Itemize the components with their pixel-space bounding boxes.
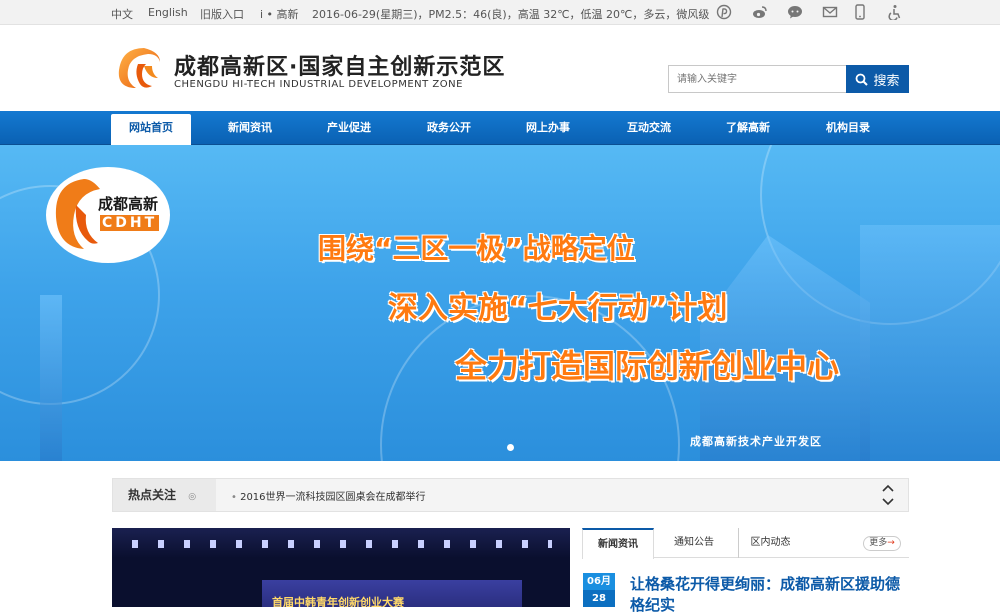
hot-topics-bar: 热点关注 ◎ • 2016世界一流科技园区圆桌会在成都举行: [112, 478, 909, 512]
news-date-day: 28: [583, 590, 615, 607]
banner-slogan-2: 深入实施“七大行动”计划: [388, 291, 728, 326]
i-gaoxin-link[interactable]: i • 高新: [260, 6, 299, 22]
main-navigation: 网站首页 新闻资讯 产业促进 政务公开 网上办事 互动交流 了解高新 机构目录: [0, 111, 1000, 145]
news-date-badge: 06月 28: [583, 573, 615, 607]
tab-news[interactable]: 新闻资讯: [582, 528, 654, 559]
old-site-link[interactable]: 旧版入口: [200, 6, 244, 22]
tab-district-news[interactable]: 区内动态: [738, 528, 802, 558]
banner-logo-cn: 成都高新: [98, 195, 159, 213]
nav-item-directory[interactable]: 机构目录: [808, 111, 888, 145]
accessibility-icon[interactable]: [887, 4, 903, 20]
nav-item-interaction[interactable]: 互动交流: [609, 111, 689, 145]
tab-notices[interactable]: 通知公告: [662, 528, 726, 558]
site-title-cn: 成都高新区·国家自主创新示范区: [174, 55, 506, 80]
lang-english-link[interactable]: English: [148, 6, 188, 19]
news-headline[interactable]: 让格桑花开得更绚丽：成都高新区援助德格纪实: [630, 574, 910, 616]
news-tabs: 新闻资讯 通知公告 区内动态: [582, 528, 909, 559]
nav-item-government[interactable]: 政务公开: [409, 111, 489, 145]
search-button[interactable]: 搜索: [846, 65, 909, 93]
banner-slogan-3: 全力打造国际创新创业中心: [455, 347, 840, 385]
hot-topic-item[interactable]: • 2016世界一流科技园区圆桌会在成都举行: [231, 488, 426, 503]
weather-info: 2016-06-29(星期三)，PM2.5：46(良)，高温 32℃，低温 20…: [312, 8, 710, 21]
banner-building: [860, 225, 1000, 461]
search-input[interactable]: [668, 65, 846, 93]
banner-building-sign: 成都高新技术产业开发区: [690, 435, 822, 448]
site-title-en: CHENGDU HI-TECH INDUSTRIAL DEVELOPMENT Z…: [174, 79, 463, 90]
banner-tower: [40, 295, 62, 461]
top-utility-bar: 中文 English 旧版入口 i • 高新 2016-06-29(星期三)，P…: [0, 0, 1000, 25]
search-button-label: 搜索: [873, 73, 900, 89]
bullet-icon: •: [231, 492, 241, 503]
mail-icon[interactable]: [822, 4, 838, 20]
carousel-indicator[interactable]: [507, 444, 514, 451]
nav-item-home[interactable]: 网站首页: [111, 114, 191, 145]
cdht-logo-icon[interactable]: [114, 44, 166, 92]
news-photo[interactable]: 首届中韩青年创新创业大赛: [112, 528, 570, 607]
photo-caption: 首届中韩青年创新创业大赛: [272, 596, 404, 607]
site-header: 成都高新区·国家自主创新示范区 CHENGDU HI-TECH INDUSTRI…: [0, 25, 1000, 111]
nav-item-industry[interactable]: 产业促进: [309, 111, 389, 145]
scroll-arrows-icon[interactable]: [881, 483, 895, 507]
weibo-icon[interactable]: [752, 4, 768, 20]
nav-item-about[interactable]: 了解高新: [708, 111, 788, 145]
spotlight-row: [132, 540, 552, 548]
target-icon: ◎: [188, 492, 197, 502]
nav-item-online-services[interactable]: 网上办事: [508, 111, 588, 145]
lang-chinese-link[interactable]: 中文: [111, 6, 133, 22]
arrow-right-icon: →: [887, 538, 895, 548]
search-icon: [856, 73, 869, 86]
banner-logo-en: CDHT: [100, 215, 160, 231]
hero-banner[interactable]: 成都高新 CDHT 围绕“三区一极”战略定位 深入实施“七大行动”计划 全力打造…: [0, 145, 1000, 461]
news-date-month: 06月: [587, 576, 611, 587]
hot-topics-label: 热点关注 ◎: [113, 479, 216, 511]
more-button[interactable]: 更多→: [863, 536, 901, 551]
nav-item-news[interactable]: 新闻资讯: [210, 111, 290, 145]
wechat-icon[interactable]: [787, 4, 803, 20]
pinterest-icon[interactable]: [716, 4, 732, 20]
mobile-icon[interactable]: [852, 4, 868, 20]
banner-slogan-1: 围绕“三区一极”战略定位: [318, 232, 635, 265]
